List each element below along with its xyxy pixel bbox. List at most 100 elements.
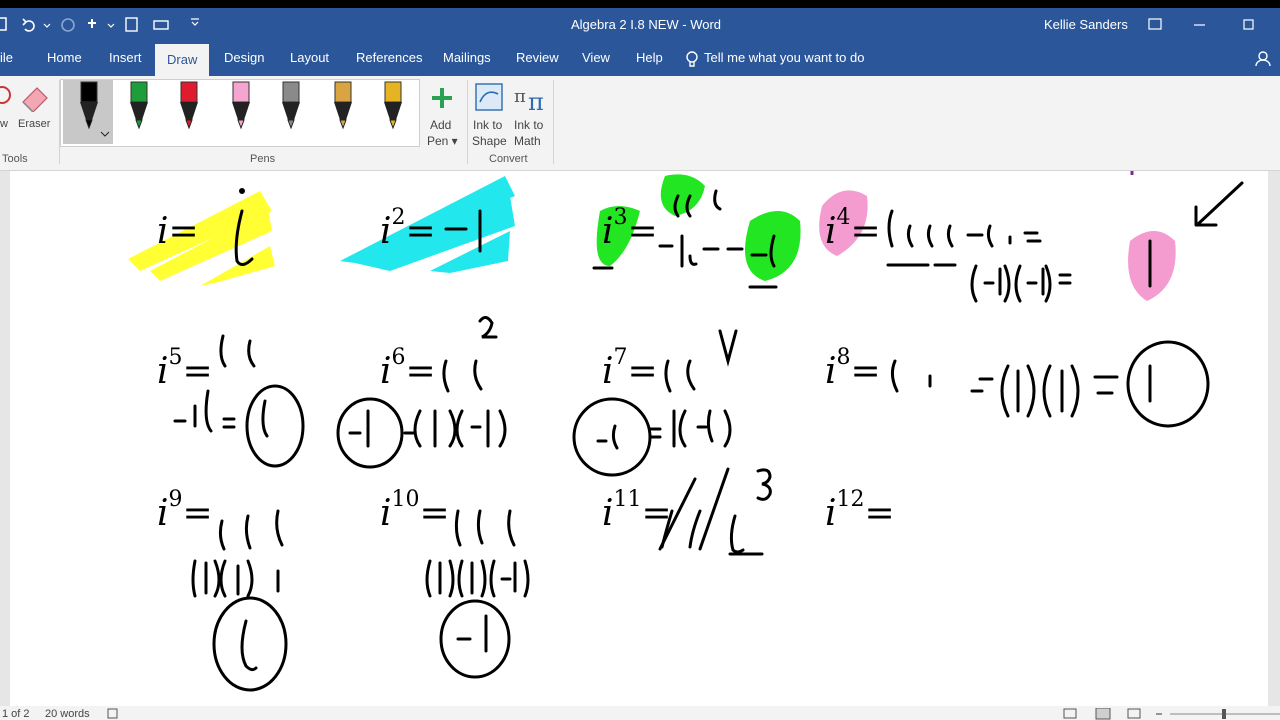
equation-i4: i4=	[825, 205, 881, 252]
ink-i5-work	[173, 389, 269, 438]
ink-circle	[245, 384, 305, 468]
convert-group-label: Convert	[489, 153, 528, 165]
svg-text:π: π	[514, 86, 526, 107]
window-controls[interactable]	[1140, 16, 1280, 34]
lasso-select-icon[interactable]	[0, 84, 12, 108]
equation-i2: i2=	[380, 205, 436, 252]
pen-swatch-3[interactable]	[180, 81, 198, 130]
title-bar: Algebra 2 I.8 NEW - Word Kellie Sanders	[0, 8, 1280, 42]
ink-underline	[592, 266, 778, 289]
ink-i5	[219, 334, 256, 368]
pen-swatch-5[interactable]	[282, 81, 300, 130]
document-page[interactable]: i= i2= i3= i4= i5= i6= i7= i8= i9= i10= …	[10, 171, 1268, 706]
ink-circle	[336, 397, 404, 469]
page-count[interactable]: 1 of 2	[2, 708, 30, 720]
tab-insert[interactable]: Insert	[109, 50, 142, 65]
ribbon-display-icon	[1148, 18, 1162, 30]
touch-mode-icon	[88, 19, 96, 28]
user-name[interactable]: Kellie Sanders	[1044, 17, 1128, 32]
pen-swatch-7[interactable]	[384, 81, 402, 130]
add-pen-label-2[interactable]: Pen ▾	[427, 134, 458, 148]
tab-file[interactable]: ile	[0, 50, 13, 65]
eraser-icon[interactable]	[19, 82, 53, 112]
word-count[interactable]: 20 words	[45, 708, 90, 720]
ink-minus-one	[456, 614, 488, 653]
equation-i3: i3=	[602, 205, 658, 252]
view-controls[interactable]	[1062, 708, 1280, 720]
equation-i12: i12=	[825, 487, 895, 534]
ink-to-math-label-1[interactable]: Ink to	[514, 118, 543, 132]
window-title: Algebra 2 I.8 NEW - Word	[571, 17, 722, 32]
ink-3-approx	[718, 329, 738, 367]
ink-i6-work	[348, 409, 507, 448]
ink-circle	[1126, 340, 1210, 428]
ink-i9-work	[191, 559, 280, 598]
tab-draw[interactable]: Draw	[155, 44, 210, 76]
ink-arrow	[1194, 181, 1244, 227]
redo-icon	[61, 18, 75, 32]
read-mode-icon	[1063, 708, 1077, 719]
ink-i8-work	[970, 364, 1152, 418]
web-layout-icon	[1127, 708, 1141, 719]
tab-home[interactable]: Home	[47, 50, 82, 65]
tab-mailings[interactable]: Mailings	[443, 50, 491, 65]
tools-partial-label: w	[0, 118, 8, 130]
svg-text:π: π	[528, 88, 544, 114]
pen-swatch-6[interactable]	[334, 81, 352, 130]
tools-group-label: Tools	[2, 153, 28, 165]
divider	[553, 80, 554, 164]
ink-circle	[439, 599, 511, 679]
ink-to-math-icon[interactable]: π π	[513, 82, 549, 114]
quick-print-icon	[153, 20, 169, 30]
equation-i6: i6=	[380, 345, 436, 392]
status-bar: 1 of 2 20 words	[0, 706, 1280, 720]
quick-access-toolbar[interactable]	[0, 16, 200, 34]
customize-toolbar-icon	[191, 18, 199, 26]
tab-design[interactable]: Design	[224, 50, 264, 65]
ink-to-math-label-2[interactable]: Math	[514, 134, 541, 148]
print-layout-icon	[1095, 708, 1111, 720]
restore-icon	[1243, 19, 1254, 30]
ink-i8	[890, 359, 932, 393]
pen-swatch-1[interactable]	[80, 81, 98, 130]
ink-i10-work	[425, 559, 530, 598]
tab-layout[interactable]: Layout	[290, 50, 329, 65]
ink-to-shape-icon[interactable]	[474, 82, 504, 114]
tell-me-search[interactable]: Tell me what you want to do	[704, 50, 864, 65]
share-icon[interactable]	[1254, 50, 1280, 70]
tab-review[interactable]: Review	[516, 50, 559, 65]
save-icon	[0, 17, 7, 31]
chevron-down-icon	[100, 131, 110, 137]
ink-2	[478, 316, 498, 339]
divider	[467, 80, 468, 164]
ink-i9	[218, 509, 284, 551]
zoom-thumb	[1222, 709, 1226, 719]
equation-i10: i10=	[380, 487, 450, 534]
ink-to-shape-label-1[interactable]: Ink to	[473, 118, 502, 132]
equation-i1: i=	[157, 211, 199, 252]
ink-i7-work	[596, 409, 732, 450]
equation-i9: i9=	[157, 487, 213, 534]
ink-neg-one-product	[970, 264, 1072, 303]
chevron-down-icon	[43, 23, 51, 28]
add-pen-icon[interactable]	[430, 86, 454, 110]
draw-ribbon: w Eraser Tools Pens Add Pen ▾ Ink to Sha…	[0, 76, 1280, 171]
equation-i7: i7=	[602, 345, 658, 392]
tab-help[interactable]: Help	[636, 50, 663, 65]
pen-swatch-2[interactable]	[130, 81, 148, 130]
add-pen-label-1[interactable]: Add	[430, 118, 451, 132]
pens-gallery[interactable]	[60, 79, 420, 147]
ribbon-tabs: ile Home Insert Draw Design Layout Refer…	[0, 42, 1280, 76]
ink-i	[240, 619, 258, 672]
pens-gallery-icons[interactable]	[61, 80, 419, 146]
ink-3	[756, 468, 772, 501]
eraser-button[interactable]: Eraser	[18, 118, 50, 130]
undo-icon	[22, 18, 35, 32]
tab-references[interactable]: References	[356, 50, 422, 65]
ink-to-shape-label-2[interactable]: Shape	[472, 134, 507, 148]
ink-circle	[212, 596, 288, 692]
pen-swatch-4[interactable]	[232, 81, 250, 130]
tab-view[interactable]: View	[582, 50, 610, 65]
proofing-icon[interactable]	[107, 708, 119, 719]
equation-i8: i8=	[825, 345, 881, 392]
